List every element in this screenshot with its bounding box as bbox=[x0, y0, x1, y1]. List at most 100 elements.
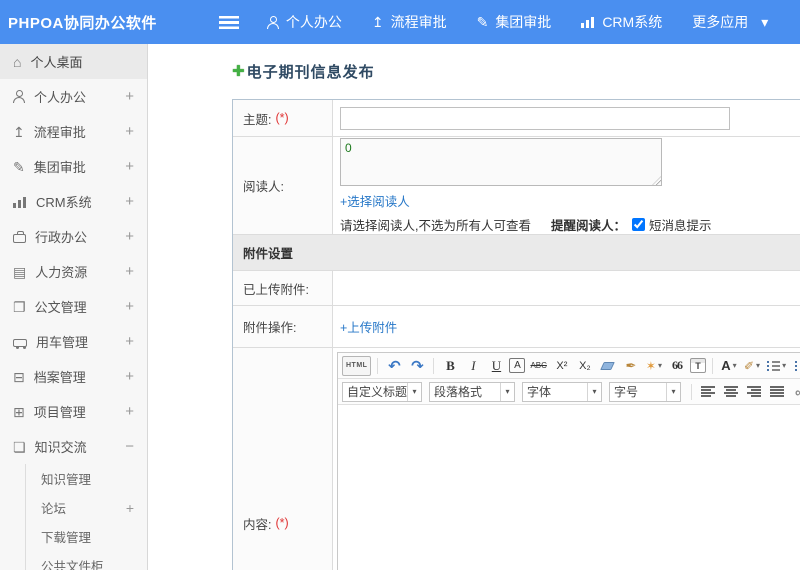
sidebar-item-4[interactable]: ✎ 集团审批 + bbox=[0, 149, 147, 184]
expand-plus-icon[interactable]: + bbox=[125, 123, 134, 140]
sidebar-item-3[interactable]: ↥ 流程审批 + bbox=[0, 114, 147, 149]
sidebar-item-label: 集团审批 bbox=[33, 160, 86, 175]
paste-text-button[interactable]: T bbox=[689, 358, 706, 373]
sidebar-item-8[interactable]: ❐ 公文管理 + bbox=[0, 289, 147, 324]
sidebar-subitem-label: 论坛 bbox=[41, 502, 67, 516]
align-left-button[interactable] bbox=[698, 382, 718, 402]
ordered-list-icon bbox=[767, 360, 781, 371]
align-center-icon bbox=[724, 386, 738, 397]
eraser-button[interactable] bbox=[598, 356, 618, 376]
topnav-item-5[interactable]: 更多应用 ▾ bbox=[692, 12, 768, 32]
subscript-button[interactable]: X₂ bbox=[575, 356, 595, 376]
sidebar-item-7[interactable]: ▤ 人力资源 + bbox=[0, 254, 147, 289]
expand-plus-icon[interactable]: + bbox=[125, 193, 134, 210]
expand-plus-icon[interactable]: + bbox=[126, 500, 134, 516]
sidebar-item-label: 项目管理 bbox=[33, 405, 86, 420]
readers-hint-text: 请选择阅读人,不选为所有人可查看 bbox=[340, 218, 531, 233]
topnav-label: 更多应用 bbox=[692, 14, 749, 30]
publish-form: 主题: (*) 阅读人: 0 +选择阅读人 请选择阅读人,不选为所有人可查看 提… bbox=[232, 99, 800, 570]
attachment-action-label-text: 附件操作: bbox=[243, 321, 297, 335]
app-logo: PHPOA协同办公软件 bbox=[8, 14, 157, 32]
html-source-button[interactable]: HTML bbox=[342, 355, 372, 376]
uploaded-attachments-row: 已上传附件: bbox=[233, 271, 800, 306]
font-family-select[interactable]: 字体 ▾ bbox=[522, 381, 602, 402]
align-center-button[interactable] bbox=[721, 382, 741, 402]
expand-plus-icon[interactable]: + bbox=[125, 368, 134, 385]
italic-button[interactable]: I bbox=[463, 356, 483, 376]
sidebar: ⌂ 个人桌面 个人办公 + ↥ 流程审批 + ✎ 集团审批 + CRM系统 + 行政办公 + ▤ 人力资源 + ❐… bbox=[0, 44, 148, 570]
editor-toolbar-row1: HTML ↶ ↷ B I U A ABC X² X₂ ✒ ✶ ▾ 66 T A … bbox=[338, 353, 800, 379]
redo-icon[interactable]: ↷ bbox=[407, 356, 427, 376]
sidebar-item-label: 知识交流 bbox=[34, 440, 87, 455]
sidebar-item-1[interactable]: ⌂ 个人桌面 bbox=[0, 44, 147, 79]
sidebar-subitem-3[interactable]: 下载管理 bbox=[26, 522, 147, 551]
align-right-button[interactable] bbox=[744, 382, 764, 402]
expand-plus-icon[interactable]: + bbox=[125, 263, 134, 280]
caret-down-icon: ▾ bbox=[732, 361, 737, 370]
home-icon: ⌂ bbox=[13, 53, 22, 70]
sidebar-subitem-1[interactable]: 知识管理 bbox=[26, 464, 147, 493]
bullet-list-button[interactable] bbox=[791, 356, 800, 376]
expand-plus-icon[interactable]: + bbox=[125, 333, 134, 350]
font-size-select[interactable]: 字号 ▾ bbox=[609, 381, 681, 402]
expand-plus-icon[interactable]: + bbox=[125, 88, 134, 105]
sidebar-subitem-4[interactable]: 公共文件柜 bbox=[26, 551, 147, 570]
expand-plus-icon[interactable]: + bbox=[125, 298, 134, 315]
upload-attachment-link[interactable]: +上传附件 bbox=[340, 317, 397, 336]
sidebar-subitem-2[interactable]: 论坛 + bbox=[26, 493, 147, 522]
heading-select[interactable]: 自定义标题 ▾ bbox=[342, 381, 422, 402]
eraser-icon bbox=[600, 361, 616, 370]
attachment-action-label: 附件操作: bbox=[233, 306, 333, 347]
readers-textarea[interactable]: 0 bbox=[340, 137, 662, 186]
topnav-item-2[interactable]: ↥ 流程审批 bbox=[372, 12, 447, 32]
subject-label-text: 主题: bbox=[243, 112, 272, 127]
sidebar-item-9[interactable]: 用车管理 + bbox=[0, 324, 147, 359]
sidebar-item-10[interactable]: ⊟ 档案管理 + bbox=[0, 359, 147, 394]
sms-remind-checkbox[interactable] bbox=[632, 217, 645, 231]
attachment-action-row: 附件操作: +上传附件 bbox=[233, 306, 800, 348]
subject-input[interactable] bbox=[340, 106, 730, 130]
underline-button[interactable]: U bbox=[486, 356, 506, 376]
editor-content-area[interactable] bbox=[338, 405, 800, 570]
book-icon: ▤ bbox=[13, 263, 27, 280]
sidebar-item-label: 行政办公 bbox=[35, 230, 88, 245]
align-justify-button[interactable] bbox=[767, 382, 787, 402]
caret-down-icon: ▾ bbox=[782, 361, 787, 370]
sidebar-item-5[interactable]: CRM系统 + bbox=[0, 184, 147, 219]
select-readers-link[interactable]: +选择阅读人 bbox=[340, 191, 712, 210]
knowledge-icon: ❏ bbox=[13, 438, 26, 455]
sidebar-item-12[interactable]: ❏ 知识交流 − bbox=[0, 429, 147, 464]
sidebar-item-2[interactable]: 个人办公 + bbox=[0, 79, 147, 114]
sidebar-item-6[interactable]: 行政办公 + bbox=[0, 219, 147, 254]
align-left-icon bbox=[701, 386, 715, 397]
expand-plus-icon[interactable]: + bbox=[125, 228, 134, 245]
format-brush-button[interactable]: ✒ bbox=[621, 356, 641, 376]
sidebar-item-label: 人力资源 bbox=[35, 265, 88, 280]
undo-icon[interactable]: ↶ bbox=[384, 356, 404, 376]
topnav-item-1[interactable]: 个人办公 bbox=[266, 12, 342, 32]
topnav-item-4[interactable]: CRM系统 bbox=[581, 12, 662, 32]
sidebar-subitem-label: 下载管理 bbox=[41, 531, 92, 545]
expand-plus-icon[interactable]: + bbox=[125, 403, 134, 420]
topnav-item-3[interactable]: ✎ 集团审批 bbox=[477, 12, 552, 32]
hamburger-menu-icon[interactable] bbox=[218, 15, 239, 29]
strikethrough-button[interactable]: ABC bbox=[528, 356, 548, 376]
collapse-minus-icon[interactable]: − bbox=[125, 438, 134, 455]
person-icon bbox=[13, 90, 25, 103]
caret-down-icon: ▾ bbox=[761, 14, 769, 30]
caret-down-icon: ▾ bbox=[666, 382, 680, 401]
superscript-button[interactable]: X² bbox=[552, 356, 572, 376]
sidebar-item-11[interactable]: ⊞ 项目管理 + bbox=[0, 394, 147, 429]
bold-button[interactable]: B bbox=[440, 356, 460, 376]
ordered-list-button[interactable]: ▾ bbox=[765, 356, 788, 376]
insert-link-button[interactable]: ∞ bbox=[790, 382, 800, 402]
topnav-label: CRM系统 bbox=[602, 14, 663, 30]
char-border-button[interactable]: A bbox=[509, 358, 526, 373]
font-color-button[interactable]: A ▾ bbox=[719, 356, 739, 376]
paragraph-format-select[interactable]: 段落格式 ▾ bbox=[429, 381, 515, 402]
highlight-color-button[interactable]: ✐ ▾ bbox=[742, 356, 762, 376]
expand-plus-icon[interactable]: + bbox=[125, 158, 134, 175]
blockquote-button[interactable]: 66 bbox=[667, 356, 687, 376]
uploaded-label: 已上传附件: bbox=[233, 271, 333, 305]
auto-format-button[interactable]: ✶ ▾ bbox=[644, 356, 664, 376]
